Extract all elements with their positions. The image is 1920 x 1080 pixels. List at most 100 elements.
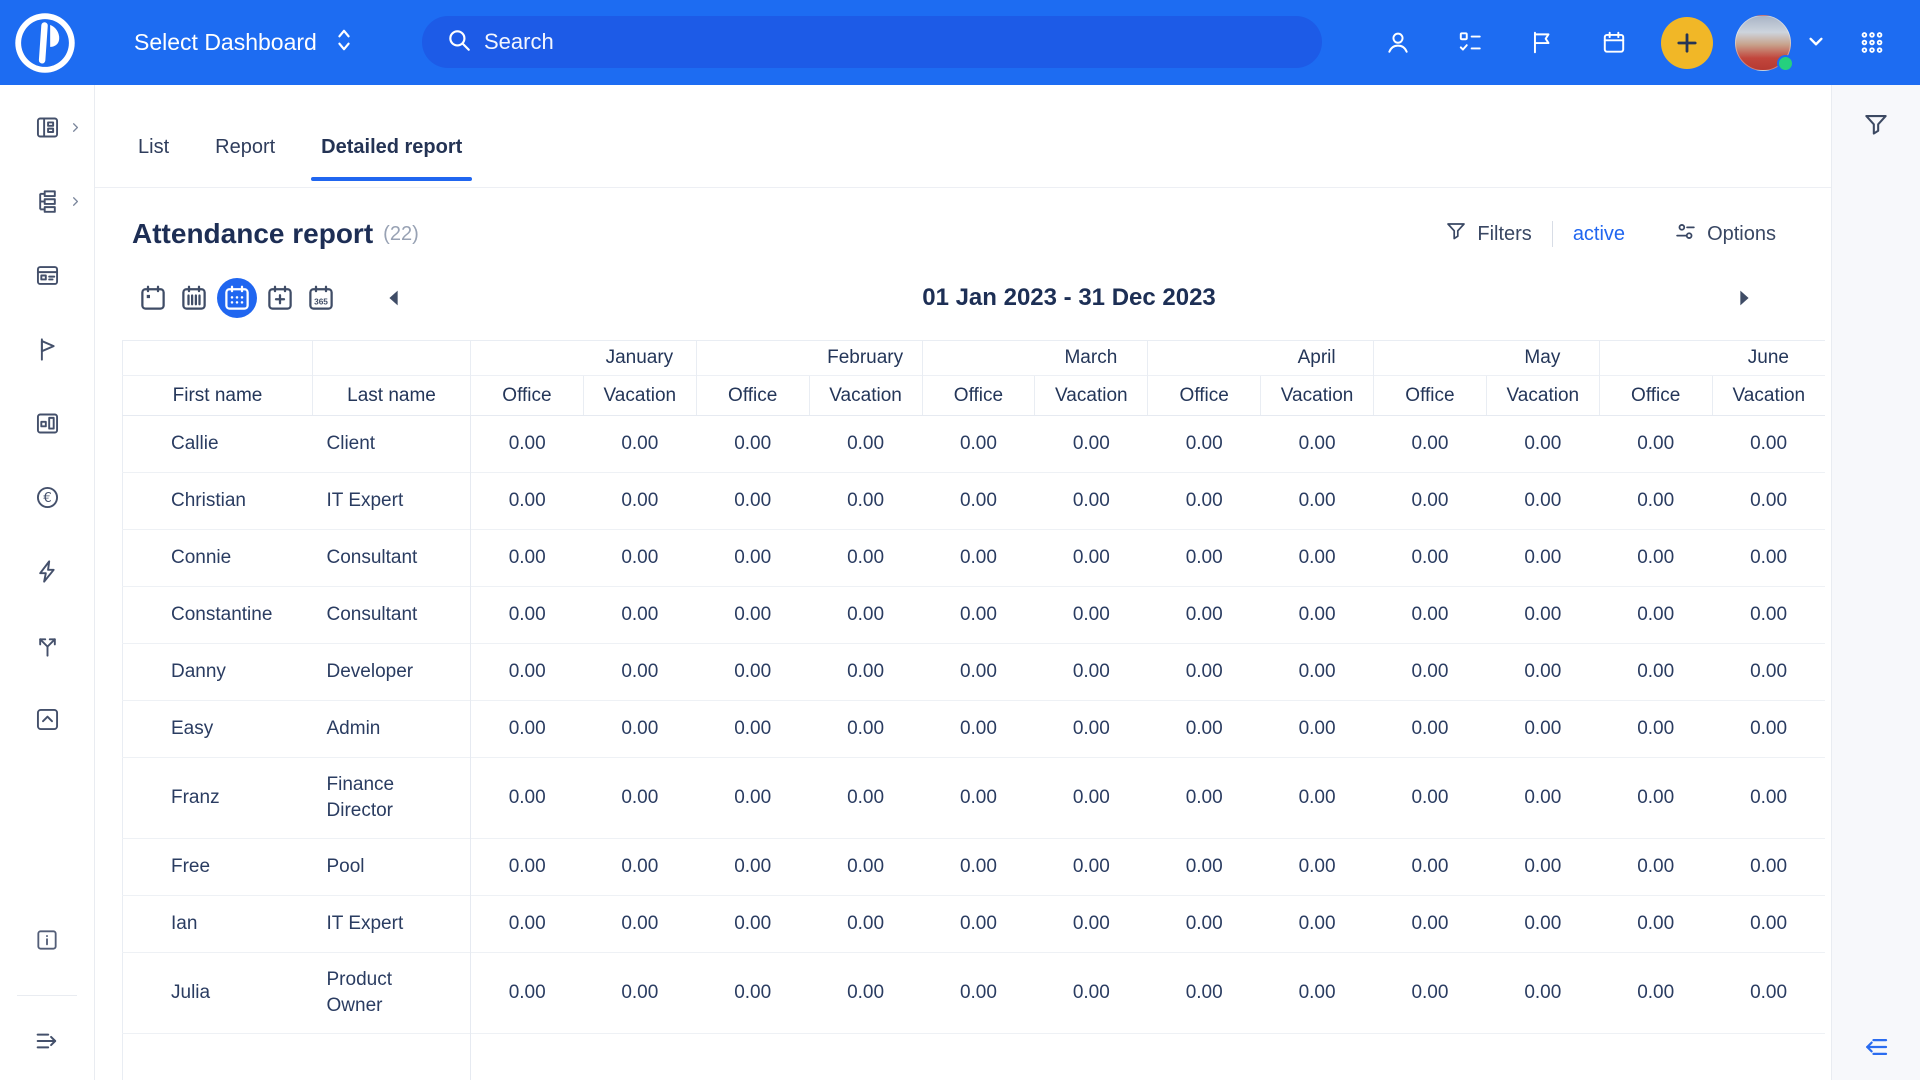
value-cell: 0.00 [1374,701,1487,758]
app-logo[interactable] [14,12,76,74]
result-count: (22) [383,223,419,246]
sidebar-item-automations[interactable] [0,549,95,597]
value-cell: 0.00 [1486,953,1599,1034]
value-cell: 0.00 [1261,644,1374,701]
last-name-cell: Finance Director [313,758,471,839]
value-cell: 0.00 [1374,758,1487,839]
value-cell: 0.00 [1374,839,1487,896]
last-name-cell: IT Expert [313,896,471,953]
tab-detailed-report[interactable]: Detailed report [315,136,468,187]
tab-report[interactable]: Report [209,136,281,187]
panel-filter-button[interactable] [1862,110,1891,142]
value-cell: 0.00 [1261,839,1374,896]
value-cell: 0.00 [1035,758,1148,839]
value-cell: 0.00 [922,416,1035,473]
table-row: EasyAdmin0.000.000.000.000.000.000.000.0… [123,701,1826,758]
value-cell: 0.00 [583,953,696,1034]
expand-sidebar-button[interactable] [0,1018,95,1066]
view-year-button[interactable]: 365 [303,280,339,316]
first-name-cell: Easy [123,701,313,758]
value-cell: 0.00 [1486,473,1599,530]
last-name-cell: IT Expert [313,473,471,530]
sidebar-item-info[interactable] [0,917,95,965]
svg-text:€: € [43,490,52,506]
value-cell: 0.00 [696,896,809,953]
sidebar-item-finance[interactable]: € [0,475,95,523]
left-sidebar: € [0,85,95,1080]
view-month-button[interactable] [217,278,257,318]
value-cell: 0.00 [471,839,584,896]
date-navigation: 365 01 Jan 2023 - 31 Dec 2023 [95,270,1831,326]
sidebar-item-export[interactable] [0,697,95,745]
attendance-table: JanuaryFebruaryMarchAprilMayJuneFirst na… [122,340,1825,1080]
value-cell: 0.00 [583,839,696,896]
table-row: JuliaProduct Owner0.000.000.000.000.000.… [123,953,1826,1034]
value-cell: 0.00 [922,644,1035,701]
value-cell: 0.00 [1261,416,1374,473]
tab-list[interactable]: List [132,136,175,187]
dashboard-board-icon [34,114,61,144]
sidebar-item-milestones[interactable] [0,327,95,375]
empty-header-cell [123,341,313,376]
value-cell: 0.00 [1599,530,1712,587]
next-period-arrow[interactable] [1733,287,1755,309]
attendance-table-scroll[interactable]: JanuaryFebruaryMarchAprilMayJuneFirst na… [122,340,1825,1080]
column-header: Office [696,376,809,416]
user-avatar[interactable] [1735,15,1791,71]
collapse-panel-button[interactable] [1861,1032,1891,1065]
month-header: January [471,341,697,376]
value-cell: 0.00 [1148,644,1261,701]
value-cell: 0.00 [1599,758,1712,839]
sidebar-item-workspace[interactable] [0,253,95,301]
first-name-cell: Franz [123,758,313,839]
last-name-cell: Consultant [313,587,471,644]
filters-active-link[interactable]: active [1573,223,1625,246]
value-cell: 0.00 [1712,953,1825,1034]
search-icon [446,27,472,58]
sidebar-item-planner-board[interactable] [0,401,95,449]
search-input[interactable] [484,29,1264,55]
value-cell: 0.00 [1035,644,1148,701]
apps-grid-icon[interactable] [1859,30,1885,56]
value-cell: 0.00 [583,587,696,644]
value-cell: 0.00 [1374,896,1487,953]
value-cell: 0.00 [1261,758,1374,839]
options-button[interactable]: Options [1673,219,1776,250]
first-name-cell: Connie [123,530,313,587]
value-cell: 0.00 [696,587,809,644]
value-cell: 0.00 [1712,530,1825,587]
previous-period-arrow[interactable] [383,287,405,309]
value-cell: 0.00 [1261,473,1374,530]
value-cell: 0.00 [1374,473,1487,530]
date-range-label[interactable]: 01 Jan 2023 - 31 Dec 2023 [405,284,1733,312]
value-cell: 0.00 [1261,701,1374,758]
add-new-button[interactable] [1661,17,1713,69]
view-week-button[interactable] [176,280,212,316]
value-cell: 0.00 [1148,473,1261,530]
calendar-icon[interactable] [1601,30,1627,56]
first-name-cell: Constantine [123,587,313,644]
value-cell: 0.00 [1712,587,1825,644]
contacts-icon[interactable] [1385,30,1411,56]
search-bar[interactable] [422,16,1322,68]
value-cell: 0.00 [1486,896,1599,953]
sidebar-item-projects-hierarchy[interactable] [0,179,95,227]
filters-button[interactable]: Filters [1444,219,1531,249]
value-cell: 0.00 [1035,839,1148,896]
sidebar-item-workflows[interactable] [0,623,95,671]
sidebar-item-dashboards[interactable] [0,105,95,153]
value-cell: 0.00 [696,416,809,473]
flag-icon[interactable] [1529,30,1555,56]
view-day-button[interactable] [135,280,171,316]
dashboard-selector[interactable]: Select Dashboard [134,27,355,59]
value-cell: 0.00 [471,473,584,530]
user-menu-chevron-down-icon[interactable] [1803,28,1829,57]
view-custom-range-button[interactable] [262,280,298,316]
value-cell: 0.00 [696,701,809,758]
value-cell: 0.00 [1486,416,1599,473]
value-cell: 0.00 [1599,473,1712,530]
value-cell: 0.00 [922,473,1035,530]
tasks-checklist-icon[interactable] [1457,30,1483,56]
value-cell: 0.00 [471,758,584,839]
value-cell: 0.00 [809,530,922,587]
